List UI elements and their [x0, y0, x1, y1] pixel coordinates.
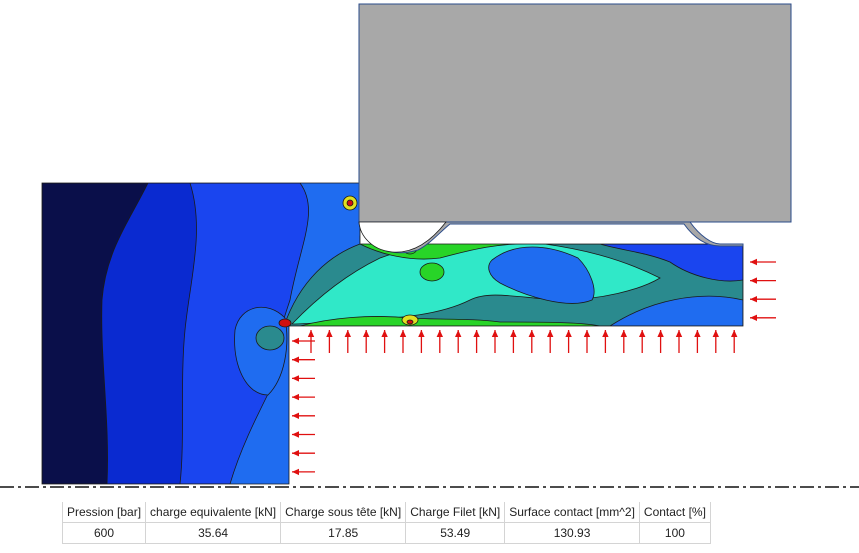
pressure-arrow	[750, 277, 776, 284]
results-header-row: Pression [bar] charge equivalente [kN] C…	[61, 502, 711, 523]
pressure-arrow	[292, 356, 315, 363]
pressure-arrow	[436, 330, 443, 353]
pressure-arrow	[602, 330, 609, 353]
pressure-arrow	[326, 330, 333, 353]
pressure-arrow	[583, 330, 591, 353]
pressure-arrow	[750, 314, 776, 321]
pressure-arrow	[639, 330, 646, 353]
pressure-arrow	[657, 330, 664, 353]
pressure-arrow	[292, 450, 315, 457]
pressure-arrow	[381, 330, 388, 353]
results-value-row: 600 35.64 17.85 53.49 130.93 100	[61, 522, 711, 544]
pressure-arrow	[491, 330, 499, 353]
pressure-arrow	[712, 330, 719, 353]
pressure-arrow	[455, 330, 462, 353]
value-contact: 100	[638, 522, 711, 544]
pressure-arrow	[547, 330, 554, 353]
contour-green-spot	[419, 262, 445, 282]
value-pression: 600	[61, 522, 147, 544]
header-surface-contact: Surface contact [mm^2]	[504, 502, 640, 523]
pressure-arrow	[510, 330, 517, 353]
pressure-arrow	[675, 330, 683, 353]
pressure-arrow	[363, 330, 370, 353]
pressure-arrow	[565, 330, 572, 353]
pressure-arrow	[292, 412, 315, 419]
pressure-arrow	[418, 330, 425, 353]
pressure-arrow	[344, 330, 351, 353]
pressure-arrow	[694, 330, 701, 353]
header-charge-equivalente: charge equivalente [kN]	[145, 502, 282, 523]
pressure-arrow	[528, 330, 535, 353]
pressure-arrow	[731, 330, 738, 353]
value-charge-sous-tete: 17.85	[280, 522, 407, 544]
pressure-arrow	[292, 431, 315, 438]
pressure-arrow	[473, 330, 480, 353]
pressure-arrow	[292, 375, 315, 382]
value-surface-contact: 130.93	[504, 522, 640, 544]
results-table: Pression [bar] charge equivalente [kN] C…	[61, 502, 711, 544]
pressure-arrow	[399, 330, 407, 353]
tool-block	[358, 3, 792, 223]
value-charge-filet: 53.49	[405, 522, 506, 544]
contour-hotspot	[346, 199, 354, 207]
value-charge-equivalente: 35.64	[145, 522, 282, 544]
pressure-arrow	[292, 393, 315, 401]
fea-contour-plot	[0, 3, 859, 488]
header-charge-filet: Charge Filet [kN]	[405, 502, 506, 523]
header-contact: Contact [%]	[638, 502, 711, 523]
contour-hotspot	[406, 319, 414, 325]
header-charge-sous-tete: Charge sous tête [kN]	[280, 502, 407, 523]
pressure-arrow	[620, 330, 627, 353]
contour-lobe-small	[255, 325, 285, 351]
header-pression: Pression [bar]	[61, 502, 147, 523]
pressure-arrow	[750, 296, 776, 303]
pressure-arrow	[750, 258, 776, 266]
pressure-arrow	[292, 468, 315, 476]
